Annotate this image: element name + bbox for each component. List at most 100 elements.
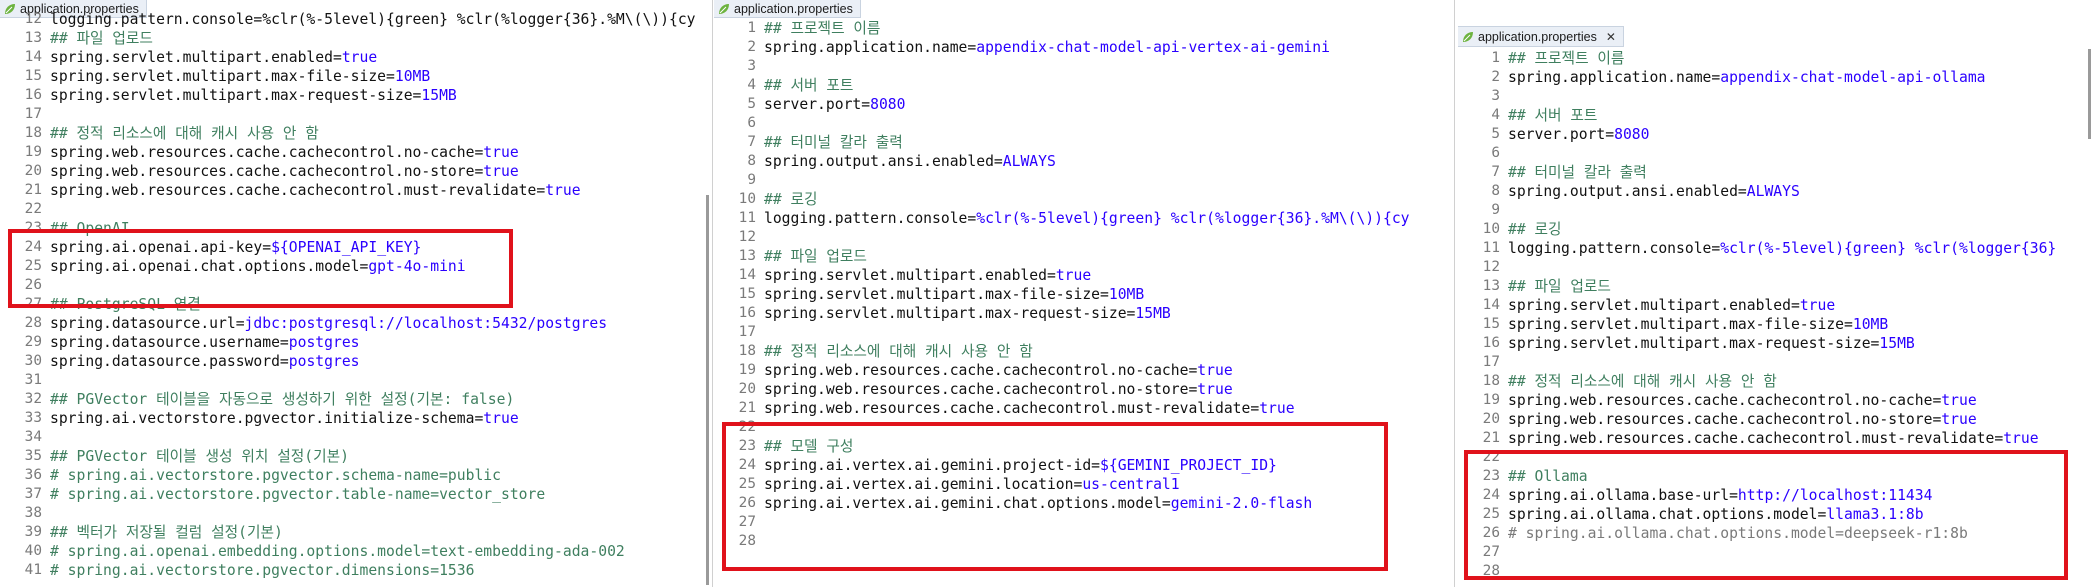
code-line[interactable]: 10 ## 로깅: [714, 190, 1454, 209]
code-line[interactable]: 19 spring.web.resources.cache.cachecontro…: [714, 361, 1454, 380]
code-line[interactable]: 20 spring.web.resources.cache.cachecontro…: [0, 162, 712, 181]
code-line[interactable]: 8 spring.output.ansi.enabled=ALWAYS: [1458, 182, 2095, 201]
line-text: # spring.ai.vectorstore.pgvector.schema-…: [50, 466, 501, 485]
code-line[interactable]: 13 ## 파일 업로드: [1458, 277, 2095, 296]
code-line[interactable]: 6: [714, 114, 1454, 133]
code-line[interactable]: 36 # spring.ai.vectorstore.pgvector.schem…: [0, 466, 712, 485]
code-line[interactable]: 31: [0, 371, 712, 390]
line-number: 13: [1482, 278, 1500, 294]
code-line[interactable]: 33 spring.ai.vectorstore.pgvector.initial…: [0, 409, 712, 428]
code-line[interactable]: 16 spring.servlet.multipart.max-request-s…: [714, 304, 1454, 323]
line-text: logging.pattern.console=%clr(%-5level){g…: [50, 10, 696, 29]
line-number: 35: [24, 448, 42, 464]
close-icon[interactable]: ✕: [1606, 30, 1616, 44]
code-line[interactable]: 28 spring.datasource.url=jdbc:postgresql:…: [0, 314, 712, 333]
code-line[interactable]: 39 ## 벡터가 저장될 컬럼 설정(기본): [0, 523, 712, 542]
line-number: 28: [24, 315, 42, 331]
line-text: ## 벡터가 저장될 컬럼 설정(기본): [50, 523, 283, 542]
editor-pane-vertex-gemini[interactable]: application.properties 1 ## 프로젝트 이름 2 sprin…: [714, 0, 1454, 587]
property-value: %clr(%-5level){green} %clr(%logger{36}.%…: [976, 210, 1410, 227]
line-text: spring.output.ansi.enabled=ALWAYS: [764, 152, 1056, 171]
code-line[interactable]: 17: [1458, 353, 2095, 372]
editor-tab[interactable]: application.properties ✕: [1458, 26, 1624, 47]
code-line[interactable]: 3: [1458, 87, 2095, 106]
editor-pane-openai[interactable]: application.properties 12 logging.pattern…: [0, 0, 712, 587]
code-line[interactable]: 12: [1458, 258, 2095, 277]
code-line[interactable]: 10 ## 로깅: [1458, 220, 2095, 239]
code-line[interactable]: 21 spring.web.resources.cache.cachecontro…: [1458, 429, 2095, 448]
code-line[interactable]: 37 # spring.ai.vectorstore.pgvector.table…: [0, 485, 712, 504]
line-text: # spring.ai.vectorstore.pgvector.table-n…: [50, 485, 545, 504]
scrollbar-thumb[interactable]: [706, 195, 709, 585]
property-value: appendix-chat-model-api-vertex-ai-gemini: [976, 39, 1330, 56]
code-line[interactable]: 29 spring.datasource.username=postgres: [0, 333, 712, 352]
code-line[interactable]: 15 spring.servlet.multipart.max-file-size…: [1458, 315, 2095, 334]
property-key: server.port=: [1508, 126, 1615, 143]
comment-text: ## 파일 업로드: [50, 30, 153, 47]
code-line[interactable]: 18 ## 정적 리소스에 대해 캐시 사용 안 함: [714, 342, 1454, 361]
code-line[interactable]: 40 # spring.ai.openai.embedding.options.m…: [0, 542, 712, 561]
code-line[interactable]: 17: [0, 105, 712, 124]
code-line[interactable]: 21 spring.web.resources.cache.cachecontro…: [0, 181, 712, 200]
line-text: ## 로깅: [1508, 220, 1562, 239]
code-line[interactable]: 20 spring.web.resources.cache.cachecontro…: [714, 380, 1454, 399]
property-key: spring.servlet.multipart.max-request-siz…: [50, 87, 422, 104]
code-line[interactable]: 21 spring.web.resources.cache.cachecontro…: [714, 399, 1454, 418]
line-number: 5: [1491, 126, 1500, 142]
line-text: ## 서버 포트: [764, 76, 853, 95]
code-line[interactable]: 34: [0, 428, 712, 447]
code-line[interactable]: 19 spring.web.resources.cache.cachecontro…: [1458, 391, 2095, 410]
property-value: true: [2003, 430, 2039, 447]
code-line[interactable]: 8 spring.output.ansi.enabled=ALWAYS: [714, 152, 1454, 171]
code-line[interactable]: 5 server.port=8080: [714, 95, 1454, 114]
code-line[interactable]: 1 ## 프로젝트 이름: [714, 19, 1454, 38]
code-line[interactable]: 1 ## 프로젝트 이름: [1458, 49, 2095, 68]
line-number: 7: [747, 134, 756, 150]
code-line[interactable]: 19 spring.web.resources.cache.cachecontro…: [0, 143, 712, 162]
line-number: 12: [738, 229, 756, 245]
code-line[interactable]: 13 ## 파일 업로드: [0, 29, 712, 48]
line-number: 36: [24, 467, 42, 483]
code-line[interactable]: 14 spring.servlet.multipart.enabled=true: [0, 48, 712, 67]
code-line[interactable]: 11 logging.pattern.console=%clr(%-5level)…: [714, 209, 1454, 228]
code-line[interactable]: 38: [0, 504, 712, 523]
code-line[interactable]: 13 ## 파일 업로드: [714, 247, 1454, 266]
code-line[interactable]: 4 ## 서버 포트: [1458, 106, 2095, 125]
pane-divider: [1454, 0, 1455, 587]
code-line[interactable]: 14 spring.servlet.multipart.enabled=true: [1458, 296, 2095, 315]
code-line[interactable]: 35 ## PGVector 테이블 생성 위치 설정(기본): [0, 447, 712, 466]
line-text: ## 정적 리소스에 대해 캐시 사용 안 함: [764, 342, 1033, 361]
editor-pane-ollama[interactable]: application.properties ✕ 1 ## 프로젝트 이름 2 spr…: [1458, 0, 2095, 587]
code-line[interactable]: 22: [0, 200, 712, 219]
code-line[interactable]: 17: [714, 323, 1454, 342]
code-line[interactable]: 16 spring.servlet.multipart.max-request-s…: [1458, 334, 2095, 353]
code-line[interactable]: 15 spring.servlet.multipart.max-file-size…: [714, 285, 1454, 304]
code-line[interactable]: 18 ## 정적 리소스에 대해 캐시 사용 안 함: [1458, 372, 2095, 391]
code-line[interactable]: 16 spring.servlet.multipart.max-request-s…: [0, 86, 712, 105]
code-line[interactable]: 3: [714, 57, 1454, 76]
line-number: 20: [24, 163, 42, 179]
scrollbar-thumb[interactable]: [2088, 49, 2091, 139]
code-line[interactable]: 32 ## PGVector 테이블을 자동으로 생성하기 위한 설정(기본: f…: [0, 390, 712, 409]
code-line[interactable]: 6: [1458, 144, 2095, 163]
code-line[interactable]: 7 ## 터미널 칼라 출력: [1458, 163, 2095, 182]
code-line[interactable]: 15 spring.servlet.multipart.max-file-size…: [0, 67, 712, 86]
property-value: 15MB: [1135, 305, 1171, 322]
code-line[interactable]: 12: [714, 228, 1454, 247]
code-line[interactable]: 11 logging.pattern.console=%clr(%-5level)…: [1458, 239, 2095, 258]
code-line[interactable]: 12 logging.pattern.console=%clr(%-5level)…: [0, 10, 712, 29]
code-line[interactable]: 9: [714, 171, 1454, 190]
editor-tab[interactable]: application.properties: [714, 0, 861, 18]
code-line[interactable]: 30 spring.datasource.password=postgres: [0, 352, 712, 371]
code-line[interactable]: 7 ## 터미널 칼라 출력: [714, 133, 1454, 152]
code-line[interactable]: 2 spring.application.name=appendix-chat-m…: [1458, 68, 2095, 87]
code-line[interactable]: 14 spring.servlet.multipart.enabled=true: [714, 266, 1454, 285]
code-line[interactable]: 9: [1458, 201, 2095, 220]
property-key: spring.web.resources.cache.cachecontrol.…: [1508, 392, 1942, 409]
code-line[interactable]: 5 server.port=8080: [1458, 125, 2095, 144]
code-line[interactable]: 4 ## 서버 포트: [714, 76, 1454, 95]
code-line[interactable]: 2 spring.application.name=appendix-chat-m…: [714, 38, 1454, 57]
code-line[interactable]: 20 spring.web.resources.cache.cachecontro…: [1458, 410, 2095, 429]
code-line[interactable]: 18 ## 정적 리소스에 대해 캐시 사용 안 함: [0, 124, 712, 143]
code-line[interactable]: 41 # spring.ai.vectorstore.pgvector.dimen…: [0, 561, 712, 580]
